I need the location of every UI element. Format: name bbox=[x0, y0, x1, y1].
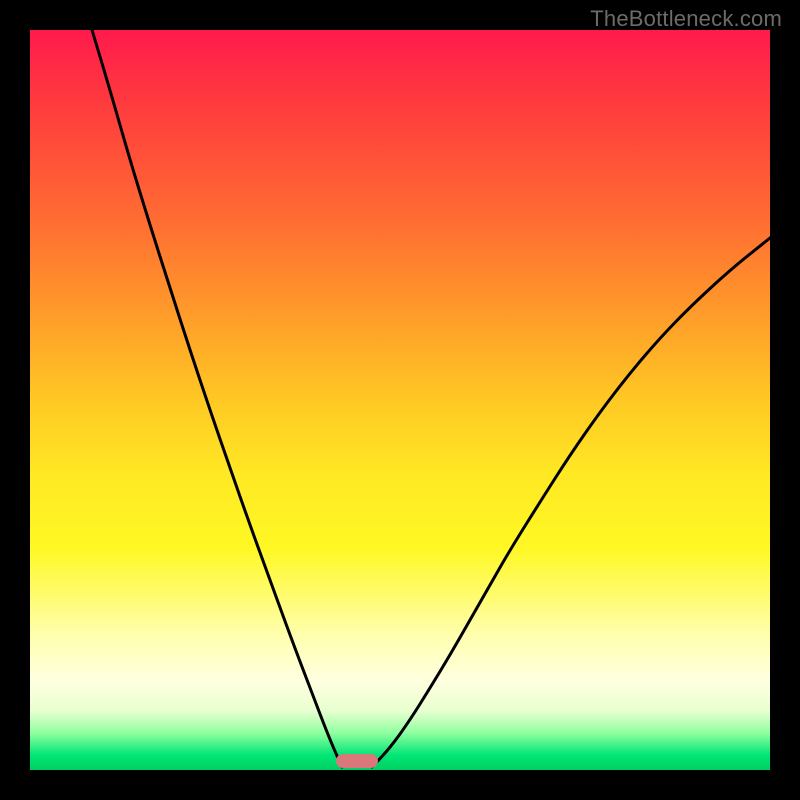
watermark-text: TheBottleneck.com bbox=[590, 6, 782, 32]
curve-layer bbox=[30, 30, 770, 770]
right-curve bbox=[372, 238, 770, 767]
left-curve bbox=[92, 30, 342, 767]
plot-area bbox=[30, 30, 770, 770]
optimal-marker bbox=[336, 754, 378, 768]
